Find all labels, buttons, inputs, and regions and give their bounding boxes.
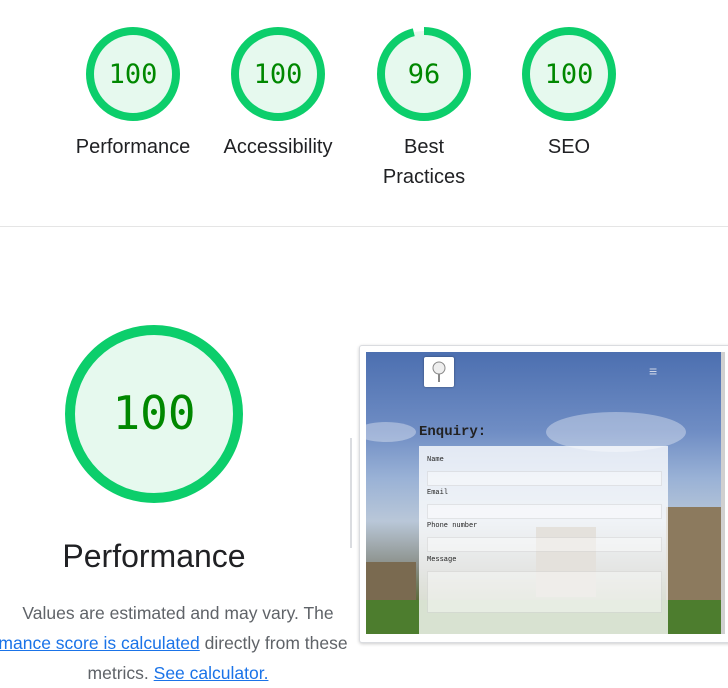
description-line-3: metrics. See calculator. xyxy=(0,658,366,688)
cloud xyxy=(366,422,416,442)
description-text: directly from these xyxy=(199,633,348,653)
final-screenshot[interactable]: ≡ Enquiry: Name Email Phone number Messa… xyxy=(366,352,724,634)
gauge-score: 100 xyxy=(254,59,303,90)
see-calculator-link[interactable]: See calculator. xyxy=(154,663,269,683)
form-input-email xyxy=(427,504,662,519)
gauge-accessibility[interactable]: 100 Accessibility xyxy=(213,24,343,162)
hamburger-menu-icon: ≡ xyxy=(649,363,658,379)
gauge-ring: 96 xyxy=(377,27,471,121)
description-line-1: Values are estimated and may vary. The xyxy=(22,603,334,623)
gauge-ring: 100 xyxy=(522,27,616,121)
section-divider xyxy=(0,226,728,227)
golf-ball-icon xyxy=(432,361,446,382)
gauge-score: 100 xyxy=(545,59,594,90)
screenshot-scrollbar xyxy=(721,352,725,634)
form-input-name xyxy=(427,471,662,486)
gauge-seo[interactable]: 100 SEO xyxy=(504,24,634,162)
gauge-ring: 100 xyxy=(86,27,180,121)
enquiry-heading: Enquiry: xyxy=(419,424,487,440)
score-calculated-link[interactable]: mance score is calculated xyxy=(0,633,200,653)
vertical-divider xyxy=(350,438,352,548)
gauge-label: SEO xyxy=(547,136,591,158)
gauge-performance[interactable]: 100 Performance xyxy=(68,24,198,162)
performance-title: Performance xyxy=(62,538,246,574)
gauge-label: Best Practices xyxy=(382,136,466,188)
gauge-score: 96 xyxy=(408,59,441,90)
gauge-best-practices[interactable]: 96 Best Practices xyxy=(359,24,489,192)
form-label-name: Name xyxy=(427,456,444,464)
gauge-ring: 100 xyxy=(231,27,325,121)
building xyxy=(666,507,724,607)
description-line-2: mance score is calculated directly from … xyxy=(0,628,366,658)
form-label-email: Email xyxy=(427,489,449,497)
gauge-label: Accessibility xyxy=(223,136,333,158)
enquiry-form: Name Email Phone number Message xyxy=(419,446,668,634)
performance-score: 100 xyxy=(112,386,195,440)
form-label-phone: Phone number xyxy=(427,522,478,530)
form-label-message: Message xyxy=(427,556,457,564)
form-input-phone xyxy=(427,537,662,552)
gauge-score: 100 xyxy=(109,59,158,90)
description-text-2: metrics. xyxy=(87,663,154,683)
performance-description: Values are estimated and may vary. The m… xyxy=(0,598,366,688)
form-input-message xyxy=(427,571,662,613)
site-logo xyxy=(424,357,454,387)
gauge-label: Performance xyxy=(75,136,191,158)
performance-gauge: 100 xyxy=(65,325,243,503)
score-summary: 100 Performance 100 Accessibility 96 Bes… xyxy=(0,0,728,226)
